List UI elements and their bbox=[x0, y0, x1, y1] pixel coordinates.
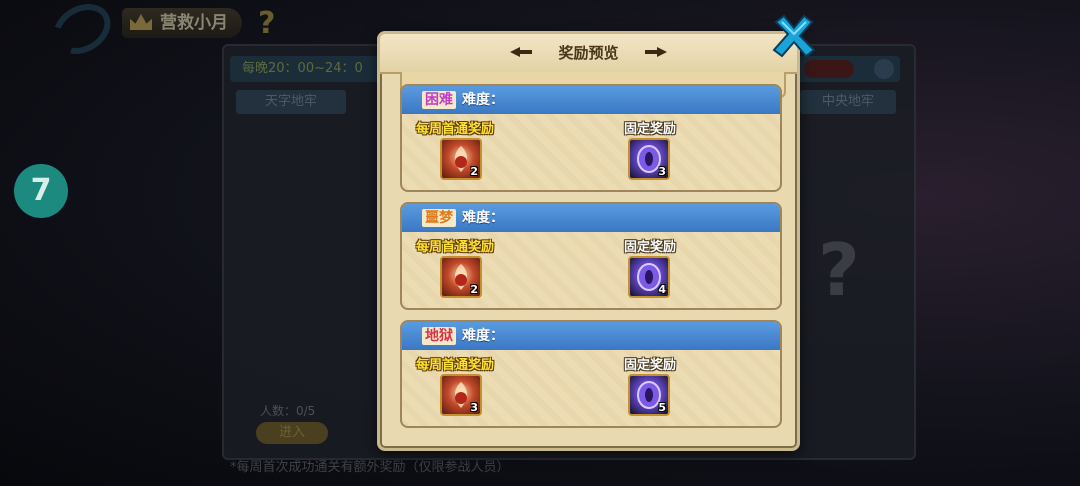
time-info-text: 每晚20：00~24：0 bbox=[242, 61, 363, 76]
dungeon-tab-left[interactable]: 天字地牢 bbox=[236, 90, 346, 114]
difficulty-suffix: 难度： bbox=[462, 328, 504, 344]
difficulty-name: 地狱 bbox=[422, 327, 456, 345]
crown-icon bbox=[130, 14, 152, 30]
difficulty-name: 困难 bbox=[422, 91, 456, 109]
round-badge[interactable]: 7 bbox=[14, 164, 68, 218]
item-quantity: 5 bbox=[658, 401, 666, 414]
help-question-icon[interactable]: ? bbox=[258, 6, 275, 41]
difficulty-card-nightmare: 噩梦 难度： 每周首通奖励 固定奖励 2 4 bbox=[400, 202, 782, 310]
card-header: 噩梦 难度： bbox=[402, 204, 780, 232]
reward-list[interactable]: 困难 难度： 每周首通奖励 固定奖励 2 3 噩梦 难度： 每周首通奖励 固定奖… bbox=[392, 72, 786, 444]
difficulty-card-hell: 地狱 难度： 每周首通奖励 固定奖励 3 5 bbox=[400, 320, 782, 428]
weekly-reward-label: 每周首通奖励 bbox=[416, 240, 495, 255]
purple-eye-gem-icon[interactable]: 5 bbox=[628, 374, 670, 416]
item-quantity: 3 bbox=[658, 165, 666, 178]
item-quantity: 2 bbox=[470, 283, 478, 296]
phoenix-feather-icon[interactable]: 3 bbox=[440, 374, 482, 416]
purple-eye-gem-icon[interactable]: 3 bbox=[628, 138, 670, 180]
close-x-icon[interactable] bbox=[768, 12, 818, 62]
footnote: *每周首次成功通关有额外奖励（仅限参战人员） bbox=[230, 460, 510, 475]
reward-preview-modal: 奖励预览 困难 难度： 每周首通奖励 固定奖励 2 3 噩梦 难度： 每周首通奖… bbox=[377, 31, 800, 451]
difficulty-name: 噩梦 bbox=[422, 209, 456, 227]
difficulty-suffix: 难度： bbox=[462, 210, 504, 226]
item-quantity: 4 bbox=[658, 283, 666, 296]
page-title: 营救小月 bbox=[122, 8, 242, 38]
dropdown-icon[interactable] bbox=[874, 59, 894, 79]
card-header: 困难 难度： bbox=[402, 86, 780, 114]
modal-title: 奖励预览 bbox=[558, 44, 619, 62]
card-header: 地狱 难度： bbox=[402, 322, 780, 350]
fixed-reward-label: 固定奖励 bbox=[624, 240, 677, 255]
weekly-reward-label: 每周首通奖励 bbox=[416, 358, 495, 373]
enter-button[interactable]: 进入 bbox=[256, 422, 328, 444]
difficulty-suffix: 难度： bbox=[462, 92, 504, 108]
dungeon-tab-right[interactable]: 中央地牢 bbox=[800, 90, 896, 114]
phoenix-feather-icon[interactable]: 2 bbox=[440, 138, 482, 180]
ornament-right-icon bbox=[643, 46, 669, 58]
time-status-pill bbox=[804, 60, 854, 78]
fixed-reward-label: 固定奖励 bbox=[624, 358, 677, 373]
page-title-text: 营救小月 bbox=[160, 13, 228, 33]
modal-header: 奖励预览 bbox=[380, 34, 797, 74]
difficulty-card-hard: 困难 难度： 每周首通奖励 固定奖励 2 3 bbox=[400, 84, 782, 192]
unknown-question-icon: ? bbox=[818, 228, 860, 312]
fixed-reward-label: 固定奖励 bbox=[624, 122, 677, 137]
weekly-reward-label: 每周首通奖励 bbox=[416, 122, 495, 137]
phoenix-feather-icon[interactable]: 2 bbox=[440, 256, 482, 298]
people-count: 人数：0/5 bbox=[260, 404, 316, 418]
item-quantity: 3 bbox=[470, 401, 478, 414]
purple-eye-gem-icon[interactable]: 4 bbox=[628, 256, 670, 298]
item-quantity: 2 bbox=[470, 165, 478, 178]
